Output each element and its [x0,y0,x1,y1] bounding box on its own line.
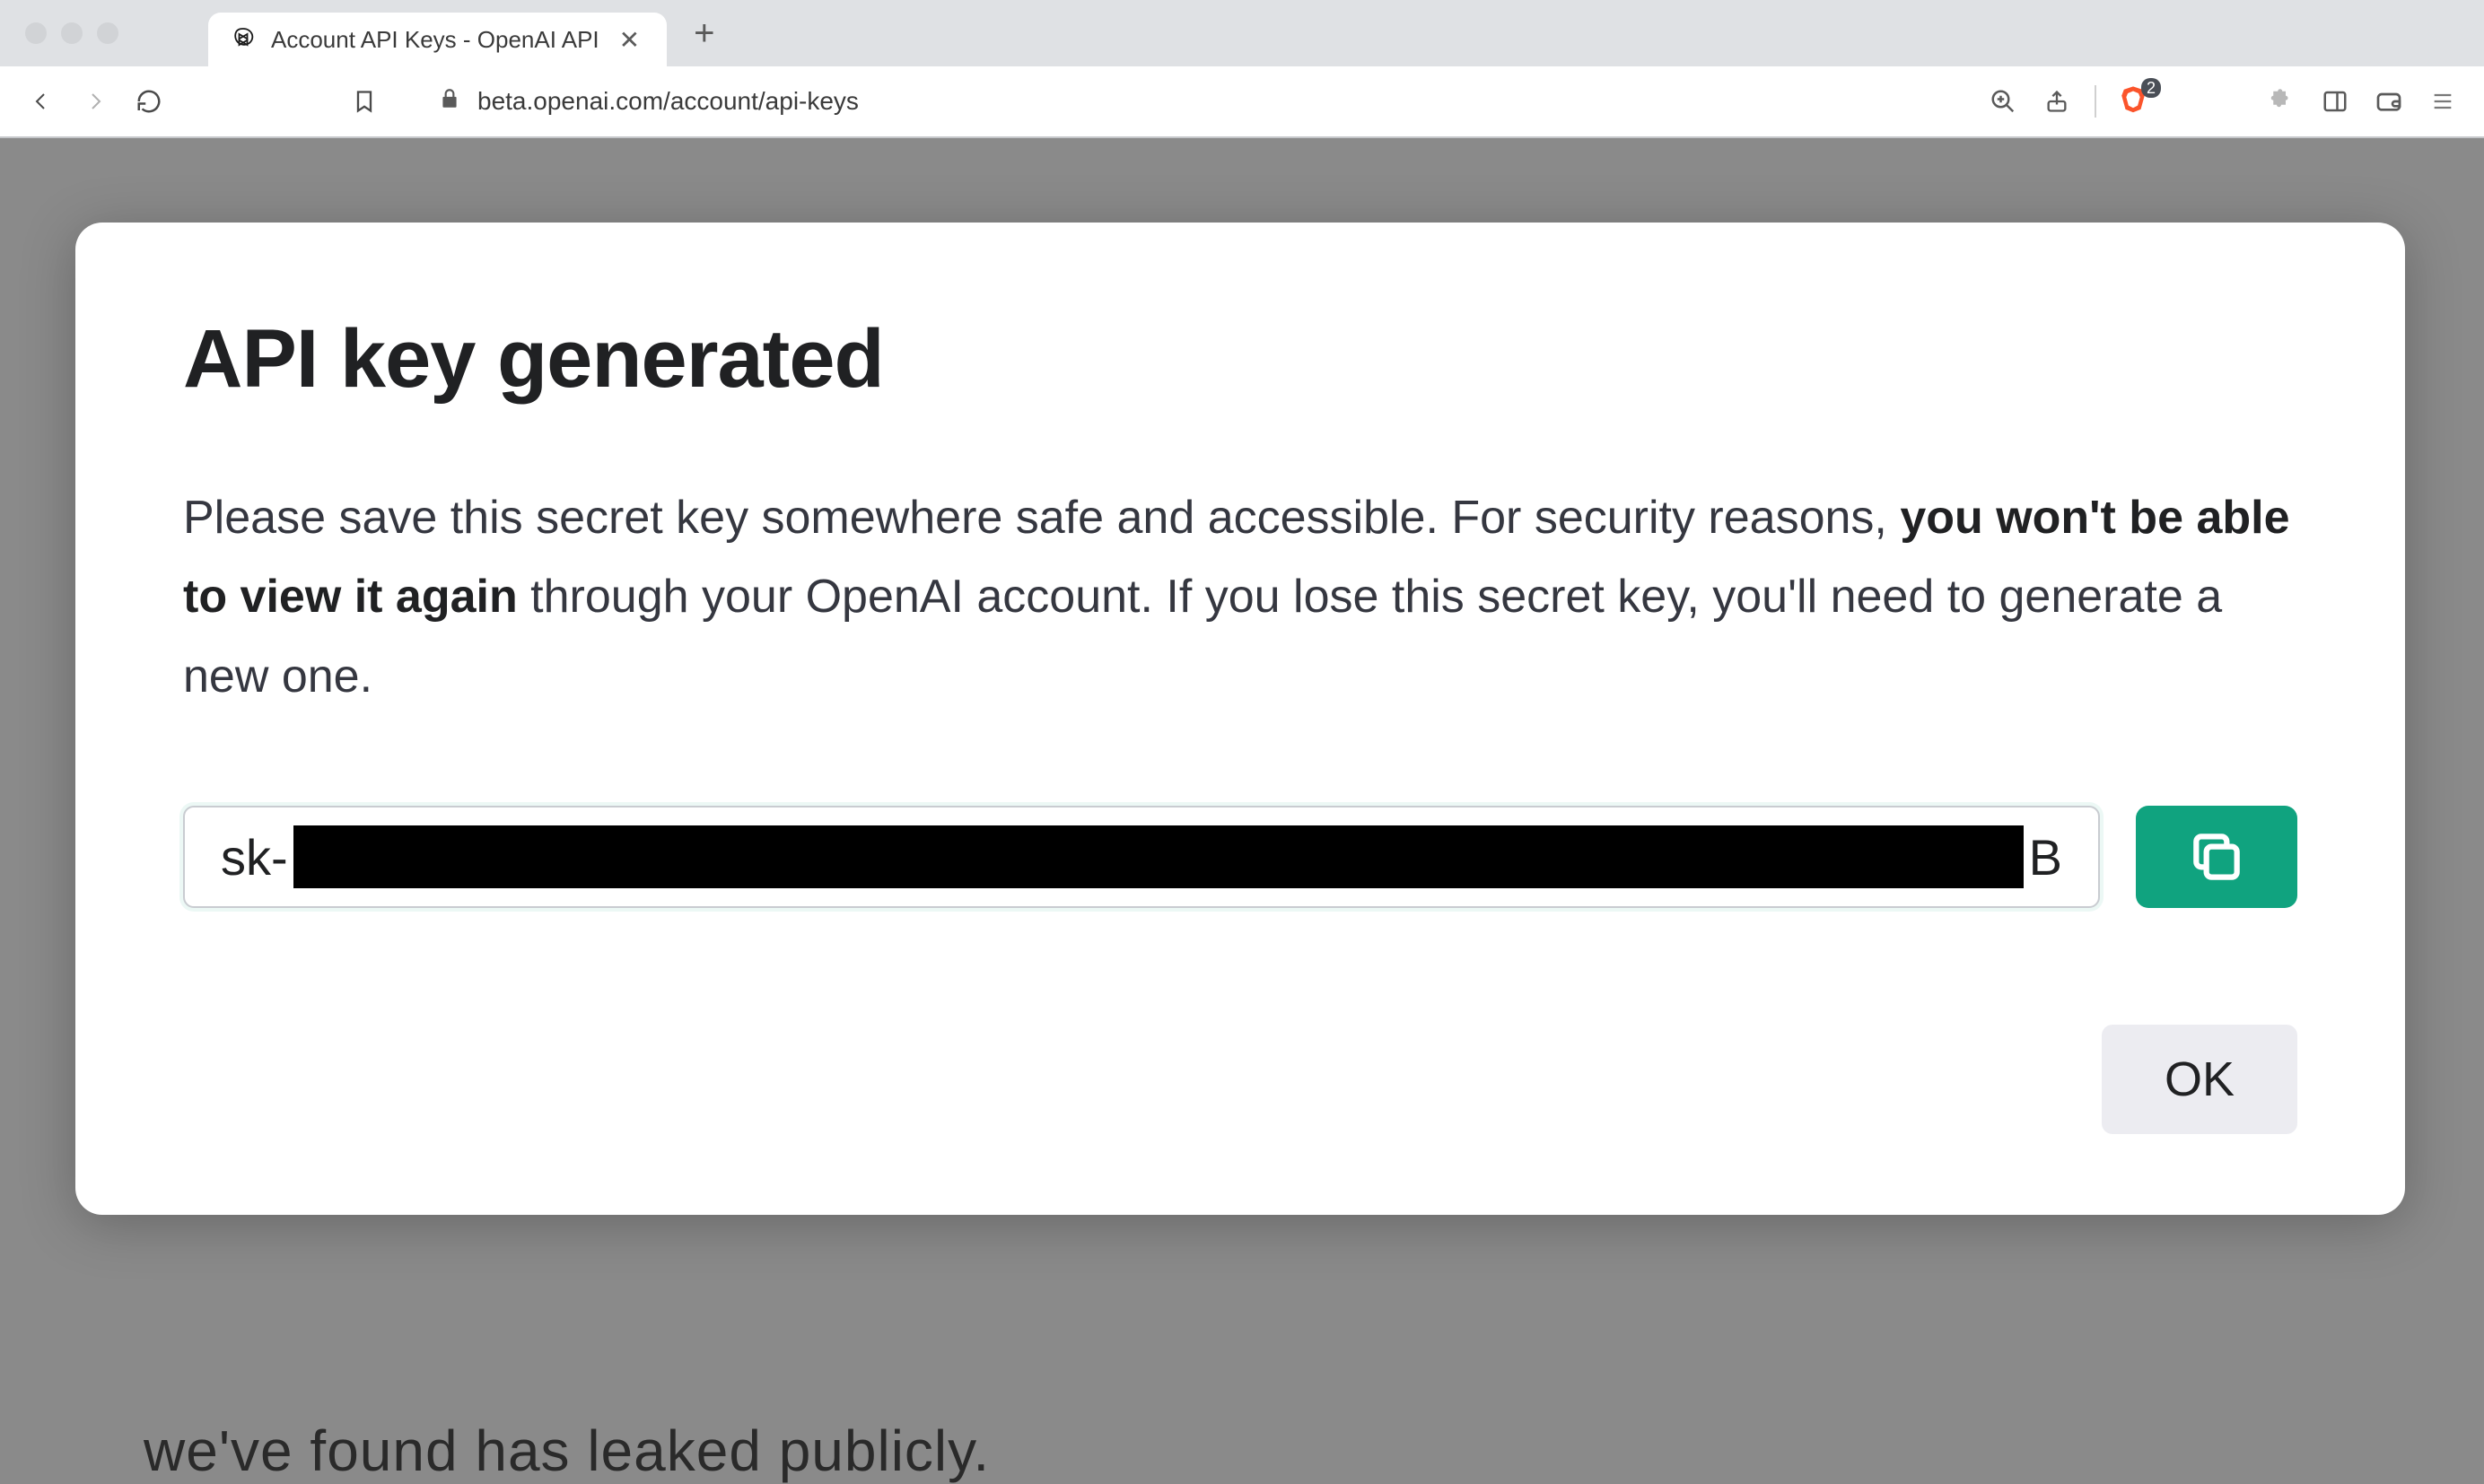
browser-toolbar: beta.openai.com/account/api-keys 2 [0,66,2484,136]
back-button[interactable] [25,85,57,118]
browser-chrome: Account API Keys - OpenAI API ✕ + beta.o… [0,0,2484,138]
ok-button[interactable]: OK [2102,1025,2297,1134]
api-key-redacted [293,825,2024,888]
copy-button[interactable] [2136,806,2297,908]
shields-badge: 2 [2141,78,2161,98]
toolbar-separator [2095,85,2096,118]
share-icon[interactable] [2041,85,2073,118]
url-host: beta.openai.com [477,87,663,115]
modal-footer: OK [183,1025,2297,1134]
api-key-modal: API key generated Please save this secre… [75,223,2405,1215]
background-page-text: we've found has leaked publicly. [144,1418,990,1484]
modal-body-prefix: Please save this secret key somewhere sa… [183,492,1900,544]
tab-close-icon[interactable]: ✕ [614,25,645,55]
modal-title: API key generated [183,312,2297,406]
modal-body: Please save this secret key somewhere sa… [183,478,2297,716]
window-traffic-lights [18,22,118,44]
toolbar-right: 2 [1987,83,2459,119]
api-key-suffix: B [2029,828,2062,886]
wallet-icon[interactable] [2373,85,2405,118]
sidebar-icon[interactable] [2319,85,2351,118]
copy-icon [2186,826,2247,887]
tab-bar: Account API Keys - OpenAI API ✕ + [0,0,2484,66]
new-tab-button[interactable]: + [694,13,714,54]
forward-button[interactable] [79,85,111,118]
api-key-field[interactable]: sk- B [183,806,2100,908]
api-key-prefix: sk- [221,828,288,886]
traffic-light-close[interactable] [25,22,47,44]
api-key-row: sk- B [183,806,2297,908]
menu-icon[interactable] [2427,85,2459,118]
zoom-icon[interactable] [1987,85,2019,118]
traffic-light-minimize[interactable] [61,22,83,44]
bookmark-button[interactable] [348,85,380,118]
lock-icon [438,87,461,117]
brave-shields-button[interactable]: 2 [2118,83,2154,119]
extensions-icon[interactable] [2265,85,2297,118]
reload-button[interactable] [133,85,165,118]
traffic-light-zoom[interactable] [97,22,118,44]
tab-title: Account API Keys - OpenAI API [271,26,599,54]
url-path: /account/api-keys [663,87,859,115]
url-text: beta.openai.com/account/api-keys [477,87,859,116]
openai-favicon-icon [230,26,257,53]
address-bar[interactable]: beta.openai.com/account/api-keys [402,87,1965,117]
browser-tab[interactable]: Account API Keys - OpenAI API ✕ [208,13,667,66]
